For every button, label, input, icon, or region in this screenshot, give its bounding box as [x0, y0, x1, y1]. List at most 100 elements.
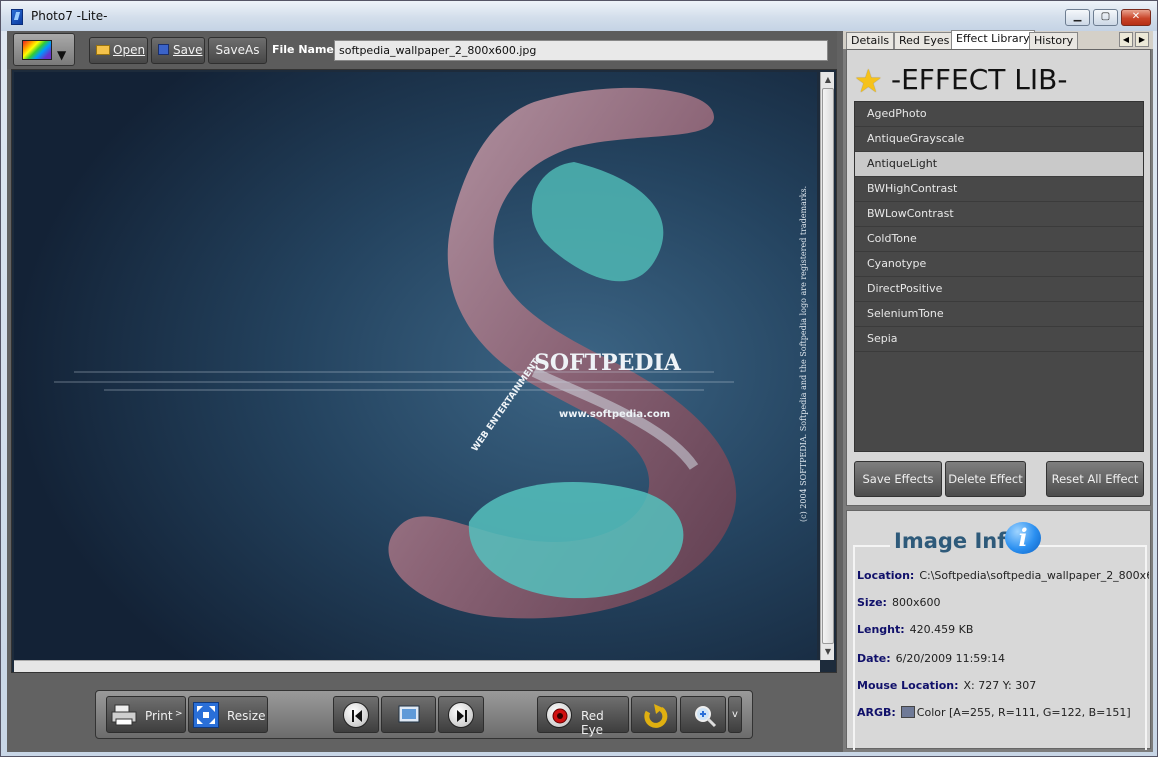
- tab-red-eyes[interactable]: Red Eyes: [894, 32, 955, 49]
- picture-icon: [398, 705, 420, 723]
- zoom-button[interactable]: [680, 696, 726, 733]
- info-date-row: Date: 6/20/2009 11:59:14: [857, 652, 1005, 665]
- palette-icon: [22, 40, 52, 60]
- info-mouse-value: X: 727 Y: 307: [963, 679, 1037, 692]
- rotate-icon: [644, 704, 668, 728]
- resize-label: Resize: [227, 709, 266, 723]
- tab-effect-library[interactable]: Effect Library: [951, 30, 1035, 49]
- scroll-up-icon[interactable]: ▲: [821, 73, 835, 87]
- tab-strip: Details Red Eyes Effect Library History …: [843, 30, 1153, 49]
- save-button[interactable]: Save: [151, 37, 205, 64]
- effect-library-panel: ★ -EFFECT LIB- AgedPhoto AntiqueGrayscal…: [846, 49, 1151, 506]
- image-viewer[interactable]: SOFTPEDIA www.softpedia.com WEB ENTERTAI…: [11, 69, 837, 673]
- info-size-value: 800x600: [891, 596, 941, 609]
- minimize-button[interactable]: ▁: [1065, 9, 1090, 26]
- save-as-button[interactable]: SaveAs: [208, 37, 267, 64]
- zoom-options-button[interactable]: v: [728, 696, 742, 733]
- effect-item-selected[interactable]: AntiqueLight: [855, 152, 1143, 177]
- red-eye-icon: [546, 702, 572, 728]
- photo-url: www.softpedia.com: [559, 409, 670, 420]
- info-argb-row: ARGB: Color [A=255, R=111, G=122, B=151]: [857, 706, 1131, 719]
- disk-icon: [158, 44, 169, 55]
- info-mouse-key: Mouse Location:: [857, 679, 959, 692]
- info-icon: i: [1005, 522, 1041, 554]
- image-info-panel: Image Info i Location: C:\Softpedia\softp…: [846, 510, 1151, 750]
- effect-item[interactable]: BWLowContrast: [855, 202, 1143, 227]
- info-argb-key: ARGB:: [857, 706, 896, 719]
- vertical-scrollbar[interactable]: ▲ ▼: [820, 72, 834, 660]
- info-argb-value: Color [A=255, R=111, G=122, B=151]: [916, 706, 1131, 719]
- print-label: Print: [145, 709, 173, 723]
- magnifier-icon: [695, 706, 717, 728]
- tab-scroll-left-icon[interactable]: ◀: [1119, 32, 1133, 47]
- effect-item[interactable]: AgedPhoto: [855, 102, 1143, 127]
- tab-history[interactable]: History: [1029, 32, 1079, 49]
- toolbar: ▼ Open Save SaveAs File Name:: [7, 31, 837, 69]
- scroll-thumb[interactable]: [822, 88, 834, 644]
- effect-list[interactable]: AgedPhoto AntiqueGrayscale AntiqueLight …: [854, 101, 1144, 452]
- info-size-row: Size: 800x600: [857, 596, 940, 609]
- scroll-down-icon[interactable]: ▼: [821, 645, 835, 659]
- photo-copyright: (c) 2004 SOFTPEDIA. Softpedia and the So…: [799, 186, 808, 522]
- horizontal-scrollbar[interactable]: [14, 660, 820, 672]
- save-label: Save: [173, 43, 203, 57]
- red-eye-button[interactable]: Red Eye: [537, 696, 629, 737]
- open-button[interactable]: Open: [89, 37, 148, 64]
- effect-item[interactable]: SeleniumTone: [855, 302, 1143, 327]
- print-button[interactable]: Print >: [106, 696, 186, 733]
- view-image-button[interactable]: [381, 696, 436, 733]
- next-image-button[interactable]: [438, 696, 484, 733]
- info-location-value: C:\Softpedia\softpedia_wallpaper_2_800x6…: [919, 569, 1149, 582]
- tab-details[interactable]: Details: [846, 32, 895, 49]
- app-window: Photo7 -Lite- ▁ ▢ ✕ ▼ Open Save SaveAs F…: [0, 0, 1158, 757]
- argb-color-swatch: [900, 706, 915, 718]
- info-location-key: Location:: [857, 569, 915, 582]
- open-label: Open: [113, 43, 146, 57]
- star-icon: ★: [854, 62, 883, 100]
- delete-effect-button[interactable]: Delete Effect: [945, 461, 1026, 497]
- info-length-value: 420.459 KB: [909, 623, 974, 636]
- photo-image: SOFTPEDIA www.softpedia.com WEB ENTERTAI…: [14, 72, 817, 660]
- info-date-value: 6/20/2009 11:59:14: [895, 652, 1005, 665]
- skip-forward-icon: [448, 702, 474, 728]
- client-area: ▼ Open Save SaveAs File Name: softpedia_…: [7, 30, 1153, 752]
- info-date-key: Date:: [857, 652, 891, 665]
- resize-icon: [193, 702, 219, 728]
- photo-brand: SOFTPEDIA: [534, 350, 682, 376]
- effect-item[interactable]: AntiqueGrayscale: [855, 127, 1143, 152]
- bottom-toolbar: Print > Resize Red Eye v: [95, 690, 753, 739]
- maximize-button[interactable]: ▢: [1093, 9, 1118, 26]
- effect-item[interactable]: ColdTone: [855, 227, 1143, 252]
- info-location-row: Location: C:\Softpedia\softpedia_wallpape…: [857, 569, 1149, 582]
- effect-item[interactable]: BWHighContrast: [855, 177, 1143, 202]
- previous-image-button[interactable]: [333, 696, 379, 733]
- filename-field[interactable]: [334, 40, 828, 61]
- palette-menu-button[interactable]: ▼: [13, 33, 75, 66]
- red-eye-label: Red Eye: [581, 709, 604, 737]
- tab-scroll-right-icon[interactable]: ▶: [1135, 32, 1149, 47]
- rotate-button[interactable]: [631, 696, 677, 733]
- effect-item[interactable]: DirectPositive: [855, 277, 1143, 302]
- filename-label: File Name:: [272, 43, 339, 56]
- app-icon: [11, 9, 23, 25]
- effect-item[interactable]: Sepia: [855, 327, 1143, 352]
- chevron-right-icon: >: [175, 709, 183, 719]
- folder-icon: [96, 45, 110, 55]
- info-length-row: Lenght: 420.459 KB: [857, 623, 973, 636]
- resize-button[interactable]: Resize: [188, 696, 268, 733]
- info-length-key: Lenght:: [857, 623, 905, 636]
- save-effects-button[interactable]: Save Effects: [854, 461, 942, 497]
- info-size-key: Size:: [857, 596, 887, 609]
- skip-back-icon: [343, 702, 369, 728]
- effect-library-title: -EFFECT LIB-: [891, 63, 1068, 96]
- photo-canvas[interactable]: SOFTPEDIA www.softpedia.com WEB ENTERTAI…: [14, 72, 817, 660]
- close-button[interactable]: ✕: [1121, 9, 1151, 26]
- dropdown-arrow-icon: ▼: [57, 48, 67, 62]
- side-panel: Details Red Eyes Effect Library History …: [843, 30, 1153, 752]
- title-bar[interactable]: Photo7 -Lite- ▁ ▢ ✕: [1, 1, 1157, 31]
- effect-item[interactable]: Cyanotype: [855, 252, 1143, 277]
- reset-all-effects-button[interactable]: Reset All Effect: [1046, 461, 1144, 497]
- window-title: Photo7 -Lite-: [31, 9, 108, 23]
- info-mouse-row: Mouse Location: X: 727 Y: 307: [857, 679, 1036, 692]
- printer-icon: [111, 704, 137, 726]
